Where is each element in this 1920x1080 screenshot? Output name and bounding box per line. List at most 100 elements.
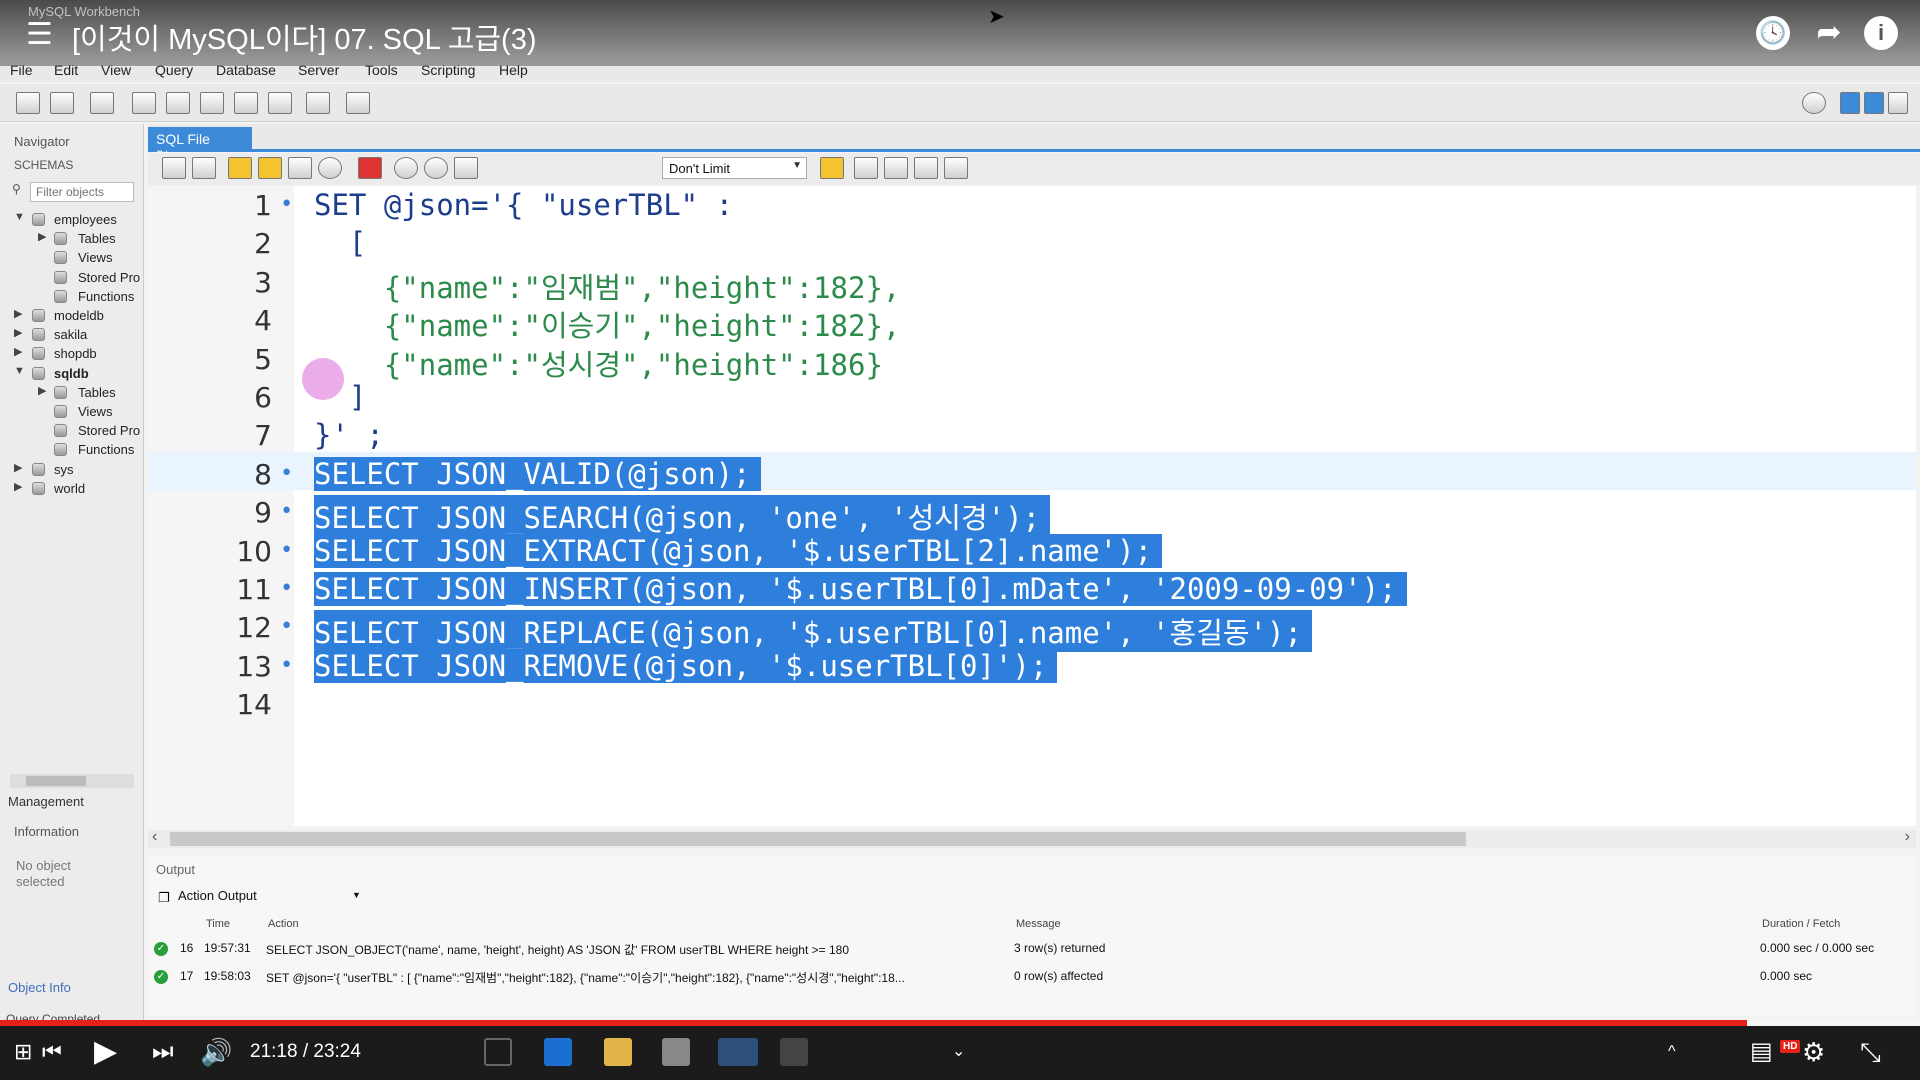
code-line[interactable]: 12 • SELECT JSON_REPLACE(@json, '$.userTBL… xyxy=(148,608,1916,653)
find-icon[interactable] xyxy=(884,157,908,179)
tree-item-tables[interactable]: ▶ Tables xyxy=(0,229,144,248)
scroll-right-icon[interactable]: › xyxy=(1905,828,1910,846)
settings-icon[interactable] xyxy=(1802,92,1826,114)
next-icon[interactable]: ⏭ xyxy=(152,1036,174,1068)
collapsed-arrow-icon[interactable]: ▶ xyxy=(14,345,22,358)
code-line[interactable]: 6 ] xyxy=(148,378,1916,416)
execute-icon[interactable] xyxy=(228,157,252,179)
toggle-sidebar-icon[interactable] xyxy=(1840,92,1860,114)
code-line[interactable]: 11 • SELECT JSON_INSERT(@json, '$.userTBL[… xyxy=(148,570,1916,608)
share-icon[interactable]: ➦ xyxy=(1812,16,1846,50)
volume-icon[interactable]: 🔊 xyxy=(200,1036,232,1068)
video-title[interactable]: [이것이 MySQL이다] 07. SQL 고급(3) xyxy=(72,16,537,58)
invisible-chars-icon[interactable] xyxy=(914,157,938,179)
output-mode-select[interactable]: Action Output ▼ xyxy=(178,888,361,908)
exit-fullscreen-icon[interactable]: ⤡ xyxy=(1860,1036,1881,1068)
management-tab[interactable]: Management xyxy=(8,794,138,816)
scroll-left-icon[interactable]: ‹ xyxy=(152,828,157,846)
stop-icon[interactable] xyxy=(318,157,342,179)
explain-icon[interactable] xyxy=(288,157,312,179)
code-line[interactable]: 1 • SET @json='{ "userTBL" : xyxy=(148,186,1916,224)
commit-icon[interactable] xyxy=(394,157,418,179)
expanded-arrow-icon[interactable]: ▼ xyxy=(14,365,25,377)
save-icon[interactable] xyxy=(192,157,216,179)
column-message[interactable]: Message xyxy=(1016,918,1061,930)
output-row[interactable]: ✓ 16 19:57:31 SELECT JSON_OBJECT('name',… xyxy=(148,936,1916,962)
code-line[interactable]: 2 [ xyxy=(148,224,1916,262)
code-line[interactable]: 4 {"name":"이승기","height":182}, xyxy=(148,301,1916,343)
limit-rows-select[interactable]: Don't Limit ▼ xyxy=(662,157,807,179)
watch-later-icon[interactable]: 🕓 xyxy=(1756,16,1790,50)
code-line[interactable]: 7}' ; xyxy=(148,416,1916,454)
code-line[interactable]: 8 • SELECT JSON_VALID(@json); xyxy=(148,455,1916,493)
scrollbar-thumb[interactable] xyxy=(170,832,1466,846)
tree-item-employees[interactable]: ▼ employees xyxy=(0,210,144,229)
output-row[interactable]: ✓ 17 19:58:03 SET @json='{ "userTBL" : [… xyxy=(148,964,1916,990)
create-table-icon[interactable] xyxy=(166,92,190,114)
column-duration[interactable]: Duration / Fetch xyxy=(1762,918,1840,930)
open-sql-script-icon[interactable] xyxy=(50,92,74,114)
tree-item-sakila[interactable]: ▶ sakila xyxy=(0,325,144,344)
info-icon[interactable]: i xyxy=(1864,16,1898,50)
code-text: SELECT JSON_VALID(@json); xyxy=(314,456,761,491)
tree-item-tables[interactable]: ▶ Tables xyxy=(0,383,144,402)
collapsed-arrow-icon[interactable]: ▶ xyxy=(14,326,22,339)
code-line[interactable]: 5 {"name":"성시경","height":186} xyxy=(148,340,1916,382)
play-icon[interactable]: ▶ xyxy=(94,1036,117,1068)
collapsed-arrow-icon[interactable]: ▶ xyxy=(14,461,22,474)
collapsed-arrow-icon[interactable]: ▶ xyxy=(38,230,46,243)
tree-item-sys[interactable]: ▶ sys xyxy=(0,460,144,479)
navigator-scrollbar[interactable] xyxy=(10,774,134,788)
tree-item-shopdb[interactable]: ▶ shopdb xyxy=(0,344,144,363)
toggle-error-icon[interactable] xyxy=(358,157,382,179)
tree-item-functions[interactable]: Functions xyxy=(0,440,144,459)
playlist-menu-icon[interactable]: ☰ xyxy=(26,20,53,50)
tree-item-views[interactable]: Views xyxy=(0,402,144,421)
tree-item-modeldb[interactable]: ▶ modeldb xyxy=(0,306,144,325)
copy-icon[interactable]: ❐ xyxy=(158,890,170,906)
tab-sql-file[interactable]: SQL File 3*✕ xyxy=(148,127,252,163)
code-line[interactable]: 3 {"name":"임재범","height":182}, xyxy=(148,263,1916,305)
previous-icon[interactable]: ⏮ xyxy=(42,1036,62,1068)
open-file-icon[interactable] xyxy=(162,157,186,179)
create-procedure-icon[interactable] xyxy=(234,92,258,114)
column-time[interactable]: Time xyxy=(206,918,230,930)
chevron-down-icon[interactable]: ⌄ xyxy=(952,1036,965,1068)
code-line[interactable]: 10 • SELECT JSON_EXTRACT(@json, '$.userTBL… xyxy=(148,532,1916,570)
collapsed-arrow-icon[interactable]: ▶ xyxy=(38,384,46,397)
subtitles-icon[interactable]: ▤ xyxy=(1750,1036,1773,1068)
code-line[interactable]: 9 • SELECT JSON_SEARCH(@json, 'one', '성시경'… xyxy=(148,493,1916,538)
tree-item-stored-procedures[interactable]: Stored Pro xyxy=(0,268,144,287)
toggle-secondary-sidebar-icon[interactable] xyxy=(1888,92,1908,114)
execute-current-icon[interactable] xyxy=(258,157,282,179)
autocommit-icon[interactable] xyxy=(454,157,478,179)
tree-item-views[interactable]: Views xyxy=(0,248,144,267)
inspector-icon[interactable] xyxy=(90,92,114,114)
code-line[interactable]: 14 xyxy=(148,685,1916,723)
tree-item-stored-procedures[interactable]: Stored Pro xyxy=(0,421,144,440)
reconnect-icon[interactable] xyxy=(346,92,370,114)
create-function-icon[interactable] xyxy=(268,92,292,114)
scrollbar-thumb[interactable] xyxy=(26,776,86,786)
collapsed-arrow-icon[interactable]: ▶ xyxy=(14,307,22,320)
create-view-icon[interactable] xyxy=(200,92,224,114)
object-info-tab[interactable]: Object Info xyxy=(8,980,138,1002)
beautify-icon[interactable] xyxy=(854,157,878,179)
rollback-icon[interactable] xyxy=(424,157,448,179)
tree-item-functions[interactable]: Functions xyxy=(0,287,144,306)
code-line[interactable]: 13 • SELECT JSON_REMOVE(@json, '$.userTBL[… xyxy=(148,647,1916,685)
column-action[interactable]: Action xyxy=(268,918,299,930)
create-schema-icon[interactable] xyxy=(132,92,156,114)
expanded-arrow-icon[interactable]: ▼ xyxy=(14,211,25,223)
toggle-output-icon[interactable] xyxy=(1864,92,1884,114)
collapsed-arrow-icon[interactable]: ▶ xyxy=(14,480,22,493)
search-table-data-icon[interactable] xyxy=(306,92,330,114)
bookmark-icon[interactable] xyxy=(820,157,844,179)
new-sql-tab-icon[interactable] xyxy=(16,92,40,114)
wrap-lines-icon[interactable] xyxy=(944,157,968,179)
settings-gear-icon[interactable]: ⚙ xyxy=(1802,1036,1825,1068)
tree-item-world[interactable]: ▶ world xyxy=(0,479,144,498)
tree-item-sqldb[interactable]: ▼ sqldb xyxy=(0,364,144,383)
filter-objects-input[interactable] xyxy=(30,182,134,202)
editor-scrollbar[interactable]: ‹ › xyxy=(148,828,1916,848)
